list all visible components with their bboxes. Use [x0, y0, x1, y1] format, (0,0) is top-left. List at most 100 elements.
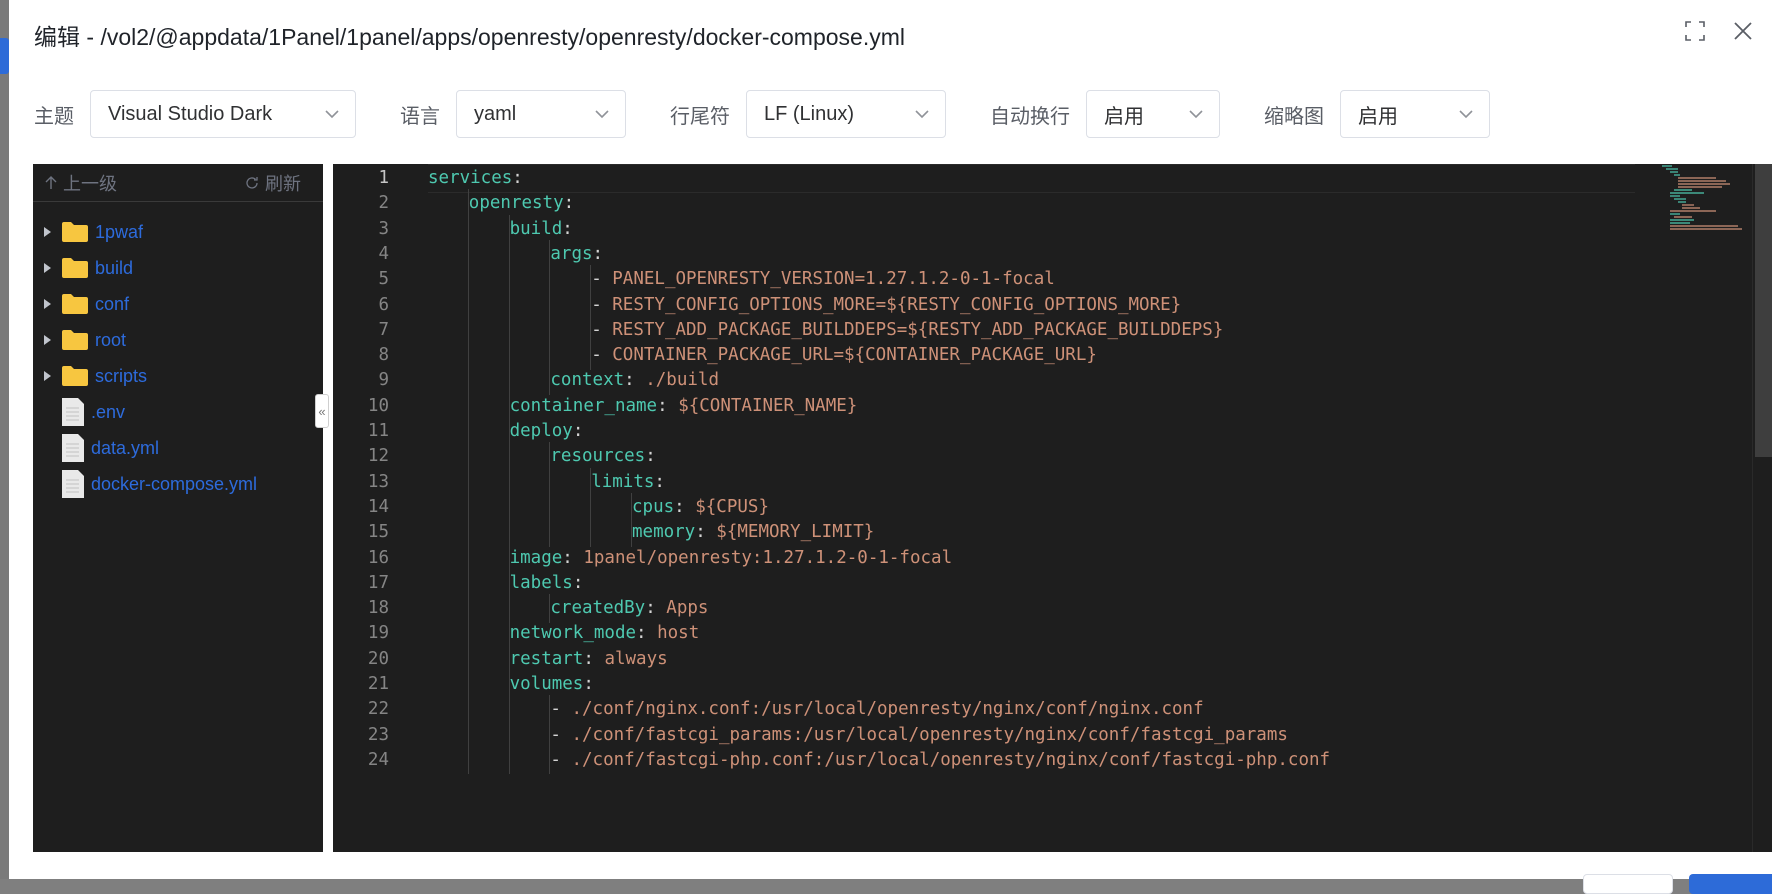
- code-line[interactable]: 3 build:: [333, 214, 1748, 244]
- code-key: limits: [591, 471, 655, 492]
- code-colon: :: [592, 243, 604, 264]
- indent-guide: [549, 467, 551, 497]
- caret-right-icon[interactable]: [33, 227, 61, 237]
- language-value: yaml: [474, 102, 517, 125]
- line-number: 1: [378, 168, 389, 188]
- code-line[interactable]: 4 args:: [333, 239, 1748, 269]
- code-editor[interactable]: 1 services: 2 openresty: 3 build: 4 args: 5 - PAN…: [333, 164, 1772, 852]
- collapse-sidebar-button[interactable]: «: [315, 394, 329, 428]
- code-line[interactable]: 15 memory: ${MEMORY_LIMIT}: [333, 518, 1748, 547]
- tree-folder-item[interactable]: 1pwaf: [33, 214, 323, 250]
- editor-scrollbar[interactable]: [1752, 164, 1772, 852]
- file-icon: [62, 398, 84, 426]
- code-line[interactable]: 1 services:: [333, 164, 1748, 193]
- indent-guide: [508, 341, 510, 370]
- code-dash: -: [591, 319, 613, 340]
- code-colon: :: [583, 648, 605, 669]
- file-tree-header: 上一级 刷新: [33, 164, 323, 202]
- fullscreen-icon[interactable]: [1684, 20, 1706, 42]
- tree-folder-item[interactable]: root: [33, 322, 323, 358]
- wrap-select[interactable]: 启用: [1086, 90, 1220, 138]
- code-text: - RESTY_ADD_PACKAGE_BUILDDEPS=${RESTY_AD…: [591, 316, 1223, 345]
- code-colon: :: [654, 471, 665, 492]
- line-number: 13: [367, 471, 389, 492]
- line-number: 3: [378, 218, 389, 239]
- tree-folder-item[interactable]: build: [33, 250, 323, 286]
- tree-file-item[interactable]: .env: [33, 394, 323, 430]
- code-value: ./conf/fastcgi_params:/usr/local/openres…: [571, 724, 1288, 745]
- refresh-button[interactable]: 刷新: [245, 170, 301, 196]
- eol-select[interactable]: LF (Linux): [746, 90, 946, 138]
- code-key: services: [428, 168, 513, 188]
- tree-item-label: .env: [91, 401, 126, 422]
- cancel-button[interactable]: [1583, 874, 1673, 894]
- go-up-button[interactable]: 上一级: [45, 170, 117, 196]
- minimap-select[interactable]: 启用: [1340, 90, 1490, 138]
- language-select[interactable]: yaml: [456, 90, 626, 138]
- editor-scroll-thumb[interactable]: [1755, 164, 1772, 457]
- code-line[interactable]: 12 resources:: [333, 442, 1748, 471]
- code-colon: :: [636, 623, 658, 644]
- code-dash: -: [550, 724, 572, 745]
- indent-guide: [467, 265, 469, 294]
- code-text: labels:: [510, 569, 584, 598]
- caret-right-icon[interactable]: [33, 299, 61, 309]
- code-line[interactable]: 5 - PANEL_OPENRESTY_VERSION=1.27.1.2-0-1-…: [333, 265, 1748, 294]
- line-number: 6: [378, 294, 389, 315]
- code-key: labels: [509, 572, 573, 593]
- chevron-down-icon: [1189, 109, 1203, 118]
- code-line[interactable]: 21 volumes:: [333, 670, 1748, 699]
- code-line[interactable]: 23 - ./conf/fastcgi_params:/usr/local/ope…: [333, 720, 1748, 750]
- indent-guide: [467, 543, 469, 572]
- indent-guide: [508, 594, 510, 623]
- code-line[interactable]: 13 limits:: [333, 467, 1748, 497]
- tree-folder-item[interactable]: conf: [33, 286, 323, 322]
- caret-right-icon[interactable]: [33, 371, 61, 381]
- indent-guide: [590, 492, 592, 522]
- code-line[interactable]: 6 - RESTY_CONFIG_OPTIONS_MORE=${RESTY_CON…: [333, 290, 1748, 319]
- code-line[interactable]: 24 - ./conf/fastcgi-php.conf:/usr/local/o…: [333, 745, 1748, 775]
- code-line[interactable]: 18 createdBy: Apps: [333, 594, 1748, 623]
- code-line[interactable]: 11 deploy:: [333, 417, 1748, 446]
- line-number: 18: [367, 598, 389, 619]
- refresh-icon: [246, 176, 258, 189]
- code-dash: -: [591, 269, 613, 290]
- code-line[interactable]: 2 openresty:: [333, 189, 1748, 218]
- tree-file-item[interactable]: data.yml: [33, 430, 323, 466]
- code-colon: :: [657, 395, 679, 416]
- caret-right-icon[interactable]: [33, 263, 61, 273]
- tree-file-item[interactable]: docker-compose.yml: [33, 466, 323, 502]
- code-line[interactable]: 19 network_mode: host: [333, 619, 1748, 648]
- language-label: 语言: [400, 105, 440, 128]
- confirm-button[interactable]: [1689, 874, 1772, 894]
- line-number: 19: [367, 623, 389, 644]
- line-number: 5: [378, 269, 389, 290]
- code-line[interactable]: 8 - CONTAINER_PACKAGE_URL=${CONTAINER_PAC…: [333, 341, 1748, 370]
- code-colon: :: [624, 370, 646, 391]
- theme-select[interactable]: Visual Studio Dark: [90, 90, 356, 138]
- code-text: limits:: [591, 468, 665, 497]
- code-value: RESTY_ADD_PACKAGE_BUILDDEPS=${RESTY_ADD_…: [612, 319, 1224, 340]
- caret-right-icon[interactable]: [33, 335, 61, 345]
- line-number: 23: [367, 724, 389, 745]
- code-line[interactable]: 22 - ./conf/nginx.conf:/usr/local/openres…: [333, 695, 1748, 724]
- code-line[interactable]: 14 cpus: ${CPUS}: [333, 492, 1748, 522]
- code-value: CONTAINER_PACKAGE_URL=${CONTAINER_PACKAG…: [612, 345, 1097, 366]
- code-line[interactable]: 10 container_name: ${CONTAINER_NAME}: [333, 391, 1748, 421]
- code-line[interactable]: 20 restart: always: [333, 644, 1748, 674]
- indent-guide: [549, 315, 551, 345]
- backdrop-sidebar-edge: [0, 0, 9, 879]
- line-number: 12: [367, 446, 389, 467]
- code-line[interactable]: 9 context: ./build: [333, 366, 1748, 395]
- tree-item-label: docker-compose.yml: [91, 473, 258, 494]
- code-value: ./conf/nginx.conf:/usr/local/openresty/n…: [571, 699, 1204, 720]
- close-icon[interactable]: [1732, 20, 1754, 42]
- code-text: args:: [550, 240, 603, 269]
- indent-guide: [508, 720, 510, 750]
- code-line[interactable]: 7 - RESTY_ADD_PACKAGE_BUILDDEPS=${RESTY_A…: [333, 315, 1748, 345]
- code-text: - PANEL_OPENRESTY_VERSION=1.27.1.2-0-1-f…: [591, 265, 1055, 294]
- code-line[interactable]: 16 image: 1panel/openresty:1.27.1.2-0-1-f…: [333, 543, 1748, 572]
- code-text: cpus: ${CPUS}: [632, 493, 769, 522]
- code-line[interactable]: 17 labels:: [333, 568, 1748, 598]
- tree-folder-item[interactable]: scripts: [33, 358, 323, 394]
